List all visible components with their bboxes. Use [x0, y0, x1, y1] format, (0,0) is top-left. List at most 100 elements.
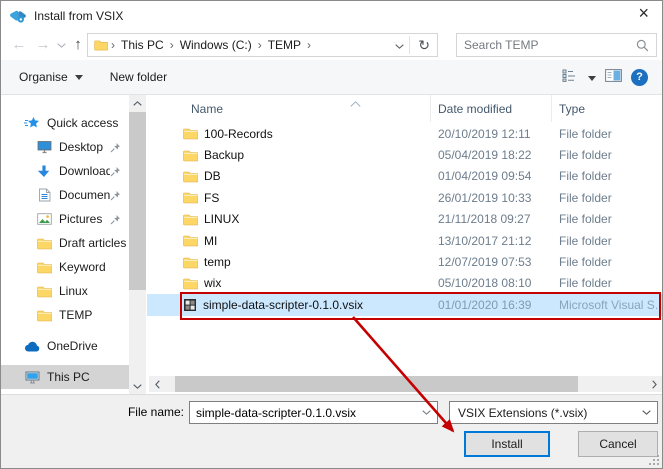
horizontal-scrollbar[interactable]	[149, 376, 662, 392]
file-date-modified: 13/10/2017 21:12	[438, 233, 532, 248]
resize-grip[interactable]	[649, 455, 659, 465]
file-name-label: File name:	[127, 405, 184, 419]
pin-icon	[110, 214, 121, 225]
back-button[interactable]: ←	[7, 32, 31, 58]
file-date-modified: 01/01/2020 16:39	[438, 297, 532, 312]
breadcrumb-item-temp[interactable]: TEMP	[263, 38, 306, 52]
folder-icon	[183, 149, 198, 162]
folder-icon	[35, 237, 53, 250]
file-row-mi[interactable]: MI 13/10/2017 21:12 File folder	[147, 230, 662, 251]
install-from-vsix-dialog: Install from VSIX × ← → ↑ › This PC › Windo…	[0, 0, 663, 469]
file-type: File folder	[559, 233, 612, 248]
sidebar-item-onedrive[interactable]: OneDrive	[1, 334, 129, 358]
sidebar-item-draft-articles[interactable]: Draft articles	[1, 231, 129, 255]
file-name-dropdown-icon[interactable]	[422, 410, 437, 415]
folder-icon	[183, 170, 198, 183]
vsix-installer-app-icon	[9, 8, 27, 24]
sidebar-item-desktop[interactable]: Desktop	[1, 135, 129, 159]
file-type: File folder	[559, 212, 612, 227]
file-row-backup[interactable]: Backup 05/04/2019 18:22 File folder	[147, 144, 662, 165]
title-bar: Install from VSIX ×	[1, 1, 662, 31]
address-bar[interactable]: › This PC › Windows (C:) › TEMP › ↻	[87, 33, 438, 57]
sidebar-item-pictures[interactable]: Pictures	[1, 207, 129, 231]
preview-pane-button[interactable]	[605, 69, 622, 85]
file-row-wix[interactable]: wix 05/10/2018 08:10 File folder	[147, 273, 662, 294]
sidebar-scrollbar-thumb[interactable]	[129, 112, 146, 290]
file-name: LINUX	[204, 212, 240, 227]
file-date-modified: 20/10/2019 12:11	[438, 126, 531, 141]
scroll-left-button[interactable]	[149, 376, 165, 392]
file-type-select[interactable]: VSIX Extensions (*.vsix)	[449, 401, 658, 424]
pin-icon	[110, 166, 121, 177]
file-name-input[interactable]	[190, 404, 422, 421]
scroll-up-button[interactable]	[129, 95, 146, 111]
search-input[interactable]	[457, 37, 636, 53]
file-date-modified: 12/07/2019 07:53	[438, 255, 532, 270]
recent-locations-chevron-icon[interactable]	[55, 42, 67, 48]
folder-icon	[183, 127, 198, 140]
sidebar-scrollbar[interactable]	[129, 95, 146, 394]
sort-ascending-icon	[350, 96, 361, 110]
sidebar-item-linux[interactable]: Linux	[1, 279, 129, 303]
address-folder-icon	[92, 39, 110, 51]
column-header-type[interactable]: Type	[552, 95, 662, 122]
file-row-linux[interactable]: LINUX 21/11/2018 09:27 File folder	[147, 209, 662, 230]
details-view-button[interactable]	[562, 69, 579, 85]
column-header-name[interactable]: Name	[147, 95, 431, 122]
cancel-button[interactable]: Cancel	[578, 431, 658, 457]
pin-icon	[110, 142, 121, 153]
pictures-icon	[35, 213, 53, 225]
sidebar-item-this-pc[interactable]: This PC	[1, 365, 129, 389]
file-row-simple-data-scripter-0-1-0-vsix[interactable]: simple-data-scripter-0.1.0.vsix 01/01/20…	[147, 294, 662, 316]
scroll-down-button[interactable]	[129, 378, 146, 394]
horizontal-scrollbar-thumb[interactable]	[175, 376, 578, 392]
command-toolbar: Organise New folder ?	[1, 60, 662, 95]
sidebar-item-keyword[interactable]: Keyword	[1, 255, 129, 279]
breadcrumb-separator-icon: ›	[307, 38, 312, 52]
file-list: Name Date modified Type 100-Records 20/1…	[147, 95, 662, 394]
address-dropdown-chevron-icon[interactable]	[395, 38, 404, 52]
file-name: simple-data-scripter-0.1.0.vsix	[203, 297, 364, 312]
views-dropdown-icon[interactable]	[588, 70, 596, 84]
install-button[interactable]: Install	[464, 431, 550, 457]
forward-button[interactable]: →	[31, 32, 55, 58]
sidebar-item-downloads[interactable]: Downloads	[1, 159, 129, 183]
navigation-pane: Quick access Desktop Downloads Documents…	[1, 95, 129, 394]
file-row-db[interactable]: DB 01/04/2019 09:54 File folder	[147, 166, 662, 187]
folder-icon	[35, 285, 53, 298]
vsix-icon	[183, 298, 197, 312]
address-divider	[409, 36, 411, 54]
breadcrumb-item-this-pc[interactable]: This PC	[116, 38, 169, 52]
file-date-modified: 01/04/2019 09:54	[438, 169, 532, 184]
search-box	[456, 33, 657, 57]
folder-icon	[35, 261, 53, 274]
up-button[interactable]: ↑	[67, 32, 89, 58]
breadcrumb: › This PC › Windows (C:) › TEMP ›	[110, 38, 312, 52]
file-name: 100-Records	[204, 126, 273, 141]
dialog-content: Quick access Desktop Downloads Documents…	[1, 95, 662, 394]
sidebar-item-temp[interactable]: TEMP	[1, 303, 129, 327]
file-date-modified: 26/01/2019 10:33	[438, 190, 532, 205]
desktop-icon	[35, 140, 53, 154]
new-folder-button[interactable]: New folder	[110, 70, 167, 84]
file-date-modified: 05/10/2018 08:10	[438, 276, 532, 291]
close-button[interactable]: ×	[638, 4, 649, 22]
organise-menu-button[interactable]: Organise	[19, 70, 83, 84]
file-row-100-records[interactable]: 100-Records 20/10/2019 12:11 File folder	[147, 123, 662, 144]
sidebar-item-quick-access[interactable]: Quick access	[1, 111, 129, 135]
refresh-button[interactable]: ↻	[415, 37, 433, 54]
search-icon[interactable]	[636, 39, 656, 52]
file-row-temp[interactable]: temp 12/07/2019 07:53 File folder	[147, 251, 662, 272]
file-date-modified: 05/04/2019 18:22	[438, 148, 532, 163]
breadcrumb-item-windows-c[interactable]: Windows (C:)	[175, 38, 257, 52]
folder-icon	[35, 309, 53, 322]
file-name: DB	[204, 169, 221, 184]
column-header-date-modified[interactable]: Date modified	[431, 95, 552, 122]
breadcrumb-separator-icon: ›	[257, 38, 262, 52]
sidebar-item-documents[interactable]: Documents	[1, 183, 129, 207]
scroll-right-button[interactable]	[646, 376, 662, 392]
file-row-fs[interactable]: FS 26/01/2019 10:33 File folder	[147, 187, 662, 208]
pin-icon	[110, 190, 121, 201]
help-button[interactable]: ?	[631, 68, 648, 86]
file-name-combo	[189, 401, 438, 424]
